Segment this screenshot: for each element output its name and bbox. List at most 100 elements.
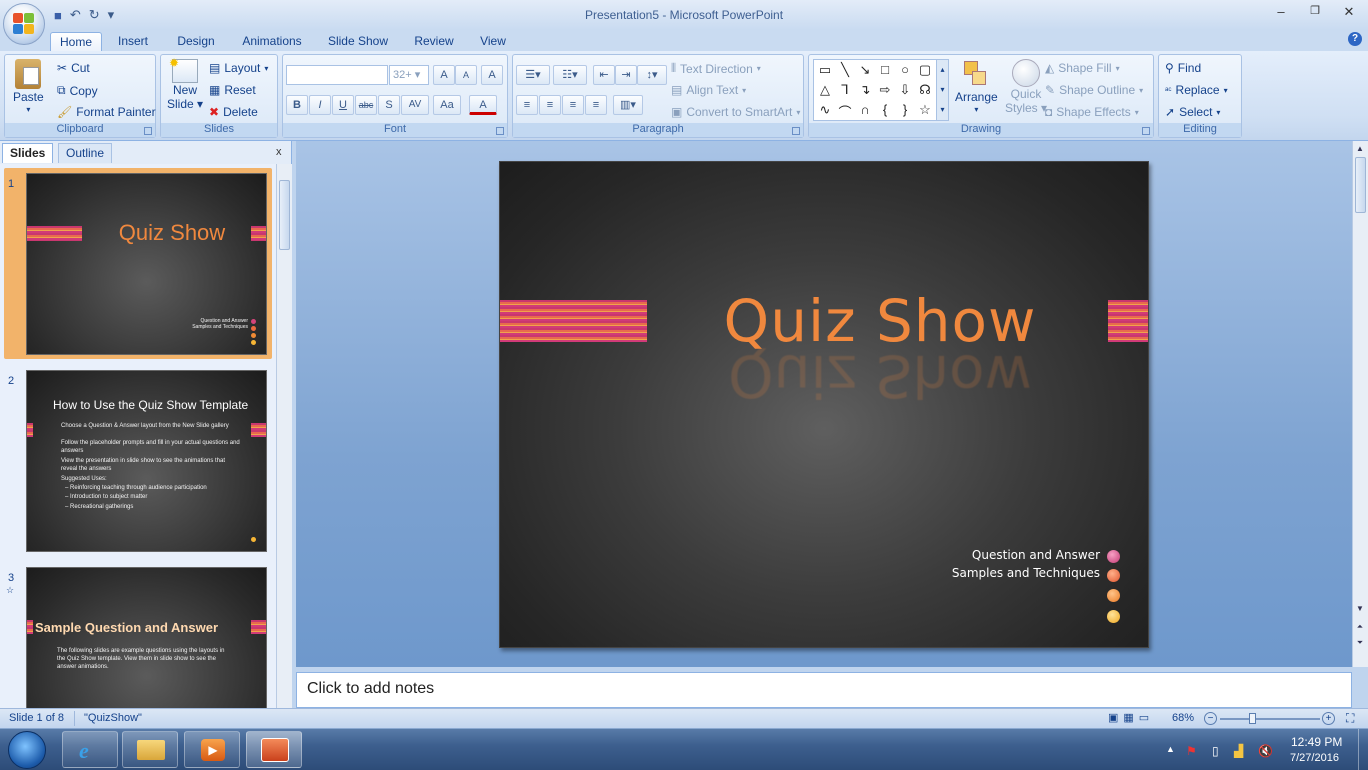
- font-size-combo[interactable]: 32+ ▾: [389, 65, 429, 85]
- arrange-button[interactable]: Arrange ▾: [955, 59, 998, 114]
- textbox-shape-icon[interactable]: ▭: [816, 62, 834, 78]
- scrollbar-thumb[interactable]: [1355, 157, 1366, 213]
- numbering-button[interactable]: ☷▾: [553, 65, 587, 85]
- align-right-button[interactable]: ≡: [562, 95, 584, 115]
- line-shape-icon[interactable]: ╲: [836, 62, 854, 78]
- slide-subtitle-2[interactable]: Samples and Techniques: [952, 566, 1100, 580]
- select-button[interactable]: ➚ Select ▾: [1165, 105, 1220, 119]
- zoom-level[interactable]: 68%: [1172, 712, 1194, 724]
- shape-outline-button[interactable]: ✎ Shape Outline ▾: [1045, 83, 1143, 97]
- oval-shape-icon[interactable]: ○: [896, 62, 914, 77]
- show-desktop-button[interactable]: [1358, 729, 1368, 770]
- change-case-button[interactable]: Aa: [433, 95, 461, 115]
- down-arrow-shape-icon[interactable]: ⇩: [896, 82, 914, 98]
- slide-thumbnail-1[interactable]: Quiz Show Question and Answer Samples an…: [26, 173, 267, 355]
- restore-button[interactable]: ❐: [1304, 4, 1326, 22]
- format-painter-button[interactable]: 🖌 Format Painter: [57, 105, 156, 119]
- align-center-button[interactable]: ≡: [539, 95, 561, 115]
- tab-slides-pane[interactable]: Slides: [2, 143, 54, 163]
- zoom-in-icon[interactable]: +: [1322, 712, 1335, 725]
- freeform-shape-icon[interactable]: ☊: [916, 82, 934, 98]
- shape-fill-button[interactable]: ◭ Shape Fill ▾: [1045, 61, 1120, 75]
- slides-pane-scrollbar[interactable]: [276, 164, 292, 708]
- star-shape-icon[interactable]: ☆: [916, 102, 934, 118]
- tab-design[interactable]: Design: [172, 32, 220, 52]
- paste-button[interactable]: Paste ▾: [13, 59, 44, 114]
- scrollbar-thumb[interactable]: [279, 180, 290, 250]
- clear-formatting-button[interactable]: A: [481, 65, 503, 85]
- increase-indent-button[interactable]: ⇥: [615, 65, 637, 85]
- paragraph-launcher-icon[interactable]: [792, 127, 800, 135]
- help-icon[interactable]: ?: [1348, 32, 1362, 46]
- tab-animations[interactable]: Animations: [238, 32, 306, 52]
- fit-to-window-icon[interactable]: ⛶: [1346, 711, 1354, 726]
- slide-thumbnail-3[interactable]: Sample Question and Answer The following…: [26, 567, 267, 708]
- tab-insert[interactable]: Insert: [112, 32, 154, 52]
- drawing-launcher-icon[interactable]: [1142, 127, 1150, 135]
- layout-button[interactable]: ▤ Layout ▾: [209, 61, 268, 75]
- view-buttons[interactable]: ▣▦▭: [1108, 711, 1154, 724]
- action-center-flag-icon[interactable]: ⚑: [1186, 744, 1197, 758]
- quick-styles-button[interactable]: Quick Styles ▾: [1005, 59, 1047, 115]
- notes-placeholder[interactable]: Click to add notes: [307, 680, 434, 698]
- shapes-gallery[interactable]: ▭ ╲ ↘ □ ○ ▢ △ ⅂ ↴ ⇨ ⇩ ☊ ∿ ⌒ ∩ { } ☆ ▴ ▾ ▾: [813, 59, 949, 121]
- clock-date[interactable]: 7/27/2016: [1290, 752, 1339, 764]
- previous-slide-icon[interactable]: ⏶: [1354, 621, 1366, 633]
- shrink-font-button[interactable]: A: [455, 65, 477, 85]
- justify-button[interactable]: ≡: [585, 95, 607, 115]
- columns-button[interactable]: ▥▾: [613, 95, 643, 115]
- align-text-button[interactable]: ▤ Align Text ▾: [671, 83, 746, 97]
- start-button[interactable]: [8, 731, 46, 769]
- next-slide-icon[interactable]: ⏷: [1354, 637, 1366, 649]
- tab-review[interactable]: Review: [410, 32, 458, 52]
- shape-effects-button[interactable]: ◘ Shape Effects ▾: [1045, 105, 1139, 119]
- line-spacing-button[interactable]: ↕▾: [637, 65, 667, 85]
- minimize-button[interactable]: ‒: [1270, 4, 1292, 22]
- ie-taskbar-button[interactable]: e: [62, 731, 118, 768]
- bullets-button[interactable]: ☰▾: [516, 65, 550, 85]
- replace-button[interactable]: ᵃᶜ Replace ▾: [1165, 83, 1228, 97]
- align-left-button[interactable]: ≡: [516, 95, 538, 115]
- office-button[interactable]: [3, 3, 45, 45]
- tab-outline-pane[interactable]: Outline: [58, 143, 113, 163]
- left-brace-shape-icon[interactable]: {: [876, 102, 894, 117]
- new-slide-button[interactable]: ✹ New Slide ▾: [167, 56, 203, 111]
- slide-subtitle-1[interactable]: Question and Answer: [972, 548, 1100, 562]
- rounded-rect-shape-icon[interactable]: ▢: [916, 62, 934, 78]
- font-launcher-icon[interactable]: [496, 127, 504, 135]
- slide-canvas[interactable]: Quiz Show Quiz Show Question and Answer …: [499, 161, 1149, 648]
- explorer-taskbar-button[interactable]: [122, 731, 178, 768]
- delete-button[interactable]: ✖ Delete: [209, 105, 258, 119]
- battery-icon[interactable]: ▯: [1212, 744, 1219, 758]
- font-color-button[interactable]: A: [469, 95, 497, 115]
- scroll-up-icon[interactable]: ▲: [1354, 143, 1366, 155]
- find-button[interactable]: ⚲ Find: [1165, 61, 1201, 75]
- right-brace-shape-icon[interactable]: }: [896, 102, 914, 117]
- slide-scrollbar[interactable]: ▲ ▼ ⏶ ⏷: [1352, 141, 1368, 667]
- tab-view[interactable]: View: [475, 32, 511, 52]
- network-icon[interactable]: ▟: [1234, 744, 1243, 758]
- elbow-arrow-icon[interactable]: ↴: [856, 82, 874, 98]
- elbow-connector-icon[interactable]: ⅂: [836, 82, 854, 98]
- right-arrow-shape-icon[interactable]: ⇨: [876, 82, 894, 98]
- bold-button[interactable]: B: [286, 95, 308, 115]
- shapes-gallery-scroll[interactable]: ▴ ▾ ▾: [936, 60, 948, 120]
- zoom-slider-handle[interactable]: [1249, 713, 1256, 724]
- strikethrough-button[interactable]: abc: [355, 95, 377, 115]
- underline-button[interactable]: U: [332, 95, 354, 115]
- arrow-line-shape-icon[interactable]: ↘: [856, 62, 874, 78]
- reset-button[interactable]: ▦ Reset: [209, 83, 256, 97]
- wave-shape-icon[interactable]: ∩: [856, 102, 874, 117]
- triangle-shape-icon[interactable]: △: [816, 82, 834, 98]
- convert-smartart-button[interactable]: ▣ Convert to SmartArt ▾: [671, 105, 800, 119]
- char-spacing-button[interactable]: AV: [401, 95, 429, 115]
- zoom-out-icon[interactable]: −: [1204, 712, 1217, 725]
- font-name-combo[interactable]: [286, 65, 388, 85]
- close-button[interactable]: ✕: [1338, 4, 1360, 22]
- volume-icon[interactable]: 🔇: [1258, 744, 1273, 758]
- slide-thumbnail-2[interactable]: How to Use the Quiz Show Template Choose…: [26, 370, 267, 552]
- tab-home[interactable]: Home: [50, 32, 102, 52]
- notes-pane[interactable]: Click to add notes: [296, 672, 1352, 708]
- powerpoint-taskbar-button[interactable]: [246, 731, 302, 768]
- tab-slide-show[interactable]: Slide Show: [324, 32, 392, 52]
